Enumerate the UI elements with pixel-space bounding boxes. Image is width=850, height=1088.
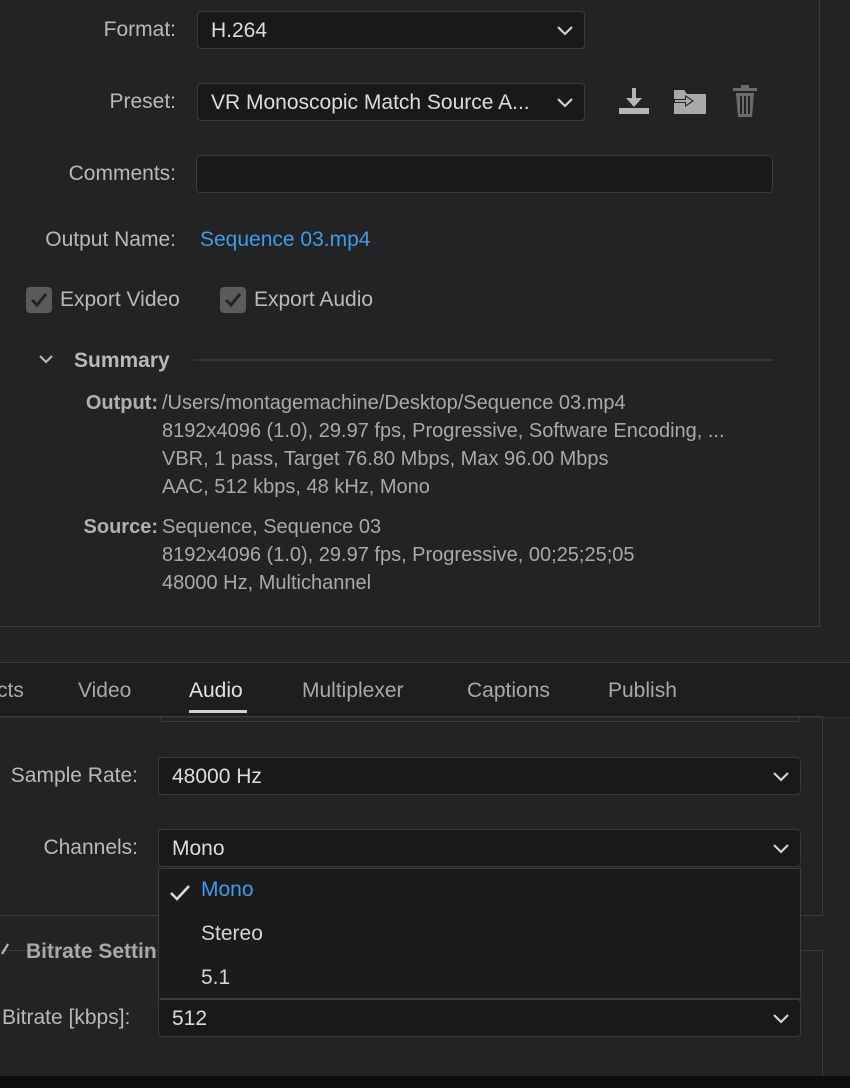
tab-effects[interactable]: cts xyxy=(0,679,24,703)
summary-source: Sequence, Sequence 03 8192x4096 (1.0), 2… xyxy=(162,513,635,597)
comments-label: Comments: xyxy=(68,162,176,185)
collapse-chevron-icon[interactable] xyxy=(38,354,54,364)
summary-divider xyxy=(193,359,773,361)
menu-item-mono[interactable]: Mono xyxy=(201,878,254,902)
channels-value: Mono xyxy=(172,837,225,860)
checkbox-box xyxy=(26,287,52,313)
summary-source-line: 48000 Hz, Multichannel xyxy=(162,572,372,594)
channels-dropdown-menu: Mono Stereo 5.1 xyxy=(158,868,801,999)
summary-title: Summary xyxy=(74,349,170,372)
chevron-down-icon xyxy=(773,844,789,854)
summary-output-line: VBR, 1 pass, Target 76.80 Mbps, Max 96.0… xyxy=(162,448,609,470)
summary-output-line: 8192x4096 (1.0), 29.97 fps, Progressive,… xyxy=(162,420,725,442)
chevron-down-icon xyxy=(557,98,573,108)
preset-value: VR Monoscopic Match Source A... xyxy=(211,91,530,114)
save-preset-icon[interactable] xyxy=(617,86,651,116)
checkbox-box xyxy=(220,287,246,313)
sample-rate-value: 48000 Hz xyxy=(172,765,262,788)
summary-source-line: 8192x4096 (1.0), 29.97 fps, Progressive,… xyxy=(162,544,635,566)
export-video-label: Export Video xyxy=(60,288,180,311)
summary-output: /Users/montagemachine/Desktop/Sequence 0… xyxy=(162,389,725,501)
format-label: Format: xyxy=(103,18,176,41)
preset-label: Preset: xyxy=(109,90,176,113)
comments-input[interactable] xyxy=(196,155,773,193)
checkmark-icon xyxy=(170,885,190,901)
bitrate-label: Bitrate [kbps]: xyxy=(2,1006,131,1029)
tab-audio[interactable]: Audio xyxy=(189,679,243,703)
tab-multiplexer[interactable]: Multiplexer xyxy=(302,679,404,703)
chevron-down-icon xyxy=(773,772,789,782)
delete-preset-icon[interactable] xyxy=(730,84,760,118)
sample-rate-select[interactable]: 48000 Hz xyxy=(158,757,801,795)
collapse-chevron-icon[interactable] xyxy=(0,942,10,956)
bitrate-value: 512 xyxy=(172,1007,208,1030)
export-audio-checkbox[interactable]: Export Audio xyxy=(220,287,390,315)
summary-output-line: AAC, 512 kbps, 48 kHz, Mono xyxy=(162,476,430,498)
menu-item-stereo[interactable]: Stereo xyxy=(201,922,263,946)
format-value: H.264 xyxy=(211,19,268,42)
format-select[interactable]: H.264 xyxy=(197,11,585,49)
chevron-down-icon xyxy=(557,26,573,36)
channels-select[interactable]: Mono xyxy=(158,829,801,867)
bitrate-select[interactable]: 512 xyxy=(158,999,801,1037)
scroll-edge xyxy=(160,716,800,722)
checkmark-icon xyxy=(30,293,48,308)
summary-source-line: Sequence, Sequence 03 xyxy=(162,516,382,538)
tab-publish[interactable]: Publish xyxy=(608,679,677,703)
menu-item-5-1[interactable]: 5.1 xyxy=(201,966,230,990)
export-audio-label: Export Audio xyxy=(254,288,374,311)
sample-rate-label: Sample Rate: xyxy=(10,764,138,787)
output-name-link[interactable]: Sequence 03.mp4 xyxy=(200,228,370,252)
summary-output-label: Output: xyxy=(85,392,158,414)
window-bottom-edge xyxy=(0,1076,850,1088)
checkmark-icon xyxy=(224,293,242,308)
bitrate-section-title: Bitrate Settin xyxy=(26,940,157,963)
channels-label: Channels: xyxy=(43,836,138,859)
chevron-down-icon xyxy=(773,1014,789,1024)
tab-captions[interactable]: Captions xyxy=(467,679,550,703)
import-preset-icon[interactable] xyxy=(672,86,708,116)
summary-source-label: Source: xyxy=(83,516,158,538)
output-name-label: Output Name: xyxy=(45,228,176,251)
preset-select[interactable]: VR Monoscopic Match Source A... xyxy=(197,83,585,121)
tab-video[interactable]: Video xyxy=(78,679,131,703)
tab-audio-underline xyxy=(189,710,247,713)
export-video-checkbox[interactable]: Export Video xyxy=(26,287,196,315)
summary-output-line: /Users/montagemachine/Desktop/Sequence 0… xyxy=(162,392,626,414)
